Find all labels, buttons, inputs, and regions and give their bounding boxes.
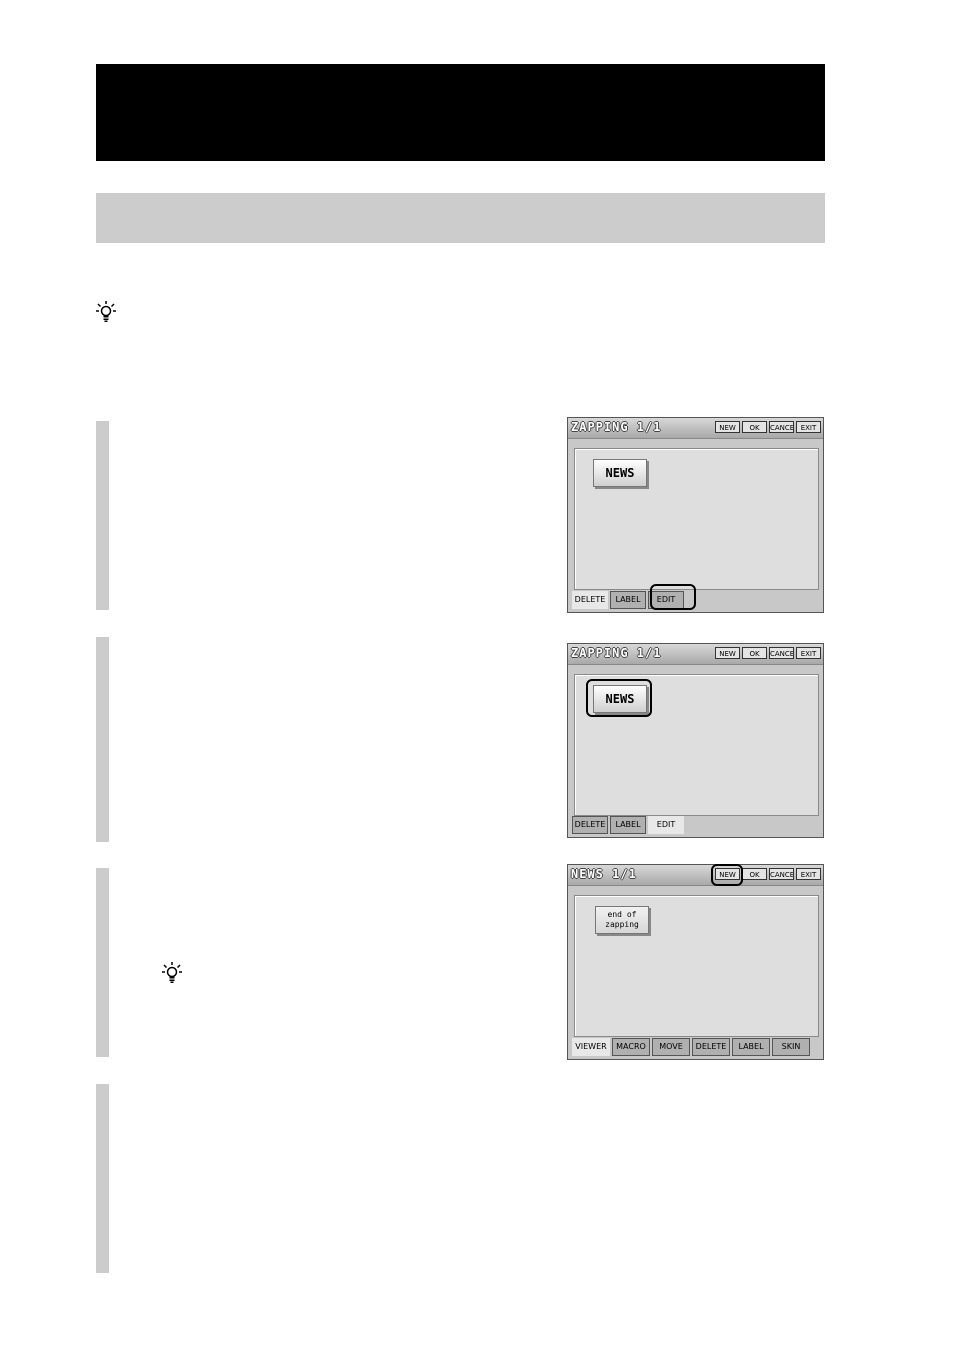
- tab-macro[interactable]: MACRO: [612, 1038, 650, 1056]
- section-subheader-band: [96, 193, 825, 243]
- tab-label[interactable]: LABEL: [732, 1038, 770, 1056]
- chapter-header-band: [96, 64, 825, 161]
- screen-titlebar: ZAPPING 1/1 NEW OK CANCEL EXIT: [568, 418, 823, 439]
- tab-skin[interactable]: SKIN: [772, 1038, 810, 1056]
- lightbulb-tip-icon: [162, 962, 182, 983]
- news-button[interactable]: NEWS: [593, 459, 647, 487]
- ok-button[interactable]: OK: [742, 868, 767, 880]
- end-of-zapping-button[interactable]: end of zapping: [595, 906, 649, 934]
- step-bar-1: [96, 421, 109, 610]
- cancel-button[interactable]: CANCEL: [769, 868, 794, 880]
- tab-bar: DELETE LABEL EDIT: [572, 816, 684, 834]
- tab-move[interactable]: MOVE: [652, 1038, 690, 1056]
- tab-viewer[interactable]: VIEWER: [572, 1038, 610, 1056]
- cancel-button[interactable]: CANCEL: [769, 421, 794, 433]
- ok-button[interactable]: OK: [742, 647, 767, 659]
- tab-edit[interactable]: EDIT: [648, 816, 684, 834]
- new-button[interactable]: NEW: [715, 868, 740, 880]
- screen-titlebar: ZAPPING 1/1 NEW OK CANCEL EXIT: [568, 644, 823, 665]
- button-panel: NEWS: [574, 674, 819, 816]
- step-bar-2: [96, 637, 109, 842]
- tab-edit[interactable]: EDIT: [648, 591, 684, 609]
- lightbulb-tip-icon: [96, 301, 116, 322]
- ok-button[interactable]: OK: [742, 421, 767, 433]
- tab-delete[interactable]: DELETE: [692, 1038, 730, 1056]
- zapping-screen-step1: ZAPPING 1/1 NEW OK CANCEL EXIT NEWS DELE…: [567, 417, 824, 613]
- screen-title: ZAPPING 1/1: [571, 646, 662, 660]
- tab-label[interactable]: LABEL: [610, 816, 646, 834]
- zapping-screen-step2: ZAPPING 1/1 NEW OK CANCEL EXIT NEWS DELE…: [567, 643, 824, 838]
- step-bar-3: [96, 868, 109, 1057]
- news-button[interactable]: NEWS: [593, 685, 647, 713]
- exit-button[interactable]: EXIT: [796, 421, 821, 433]
- tab-delete[interactable]: DELETE: [572, 591, 608, 609]
- exit-button[interactable]: EXIT: [796, 647, 821, 659]
- tab-bar: DELETE LABEL EDIT: [572, 591, 684, 609]
- tab-bar: VIEWER MACRO MOVE DELETE LABEL SKIN: [572, 1038, 810, 1056]
- new-button[interactable]: NEW: [715, 421, 740, 433]
- cancel-button[interactable]: CANCEL: [769, 647, 794, 659]
- screen-titlebar: NEWS 1/1 NEW OK CANCEL EXIT: [568, 865, 823, 886]
- button-panel: NEWS: [574, 448, 819, 590]
- news-screen-step3: NEWS 1/1 NEW OK CANCEL EXIT end of zappi…: [567, 864, 824, 1060]
- step-bar-4: [96, 1084, 109, 1273]
- screen-title: NEWS 1/1: [571, 867, 637, 881]
- new-button[interactable]: NEW: [715, 647, 740, 659]
- button-panel: end of zapping: [574, 895, 819, 1037]
- tab-label[interactable]: LABEL: [610, 591, 646, 609]
- screen-title: ZAPPING 1/1: [571, 420, 662, 434]
- tab-delete[interactable]: DELETE: [572, 816, 608, 834]
- exit-button[interactable]: EXIT: [796, 868, 821, 880]
